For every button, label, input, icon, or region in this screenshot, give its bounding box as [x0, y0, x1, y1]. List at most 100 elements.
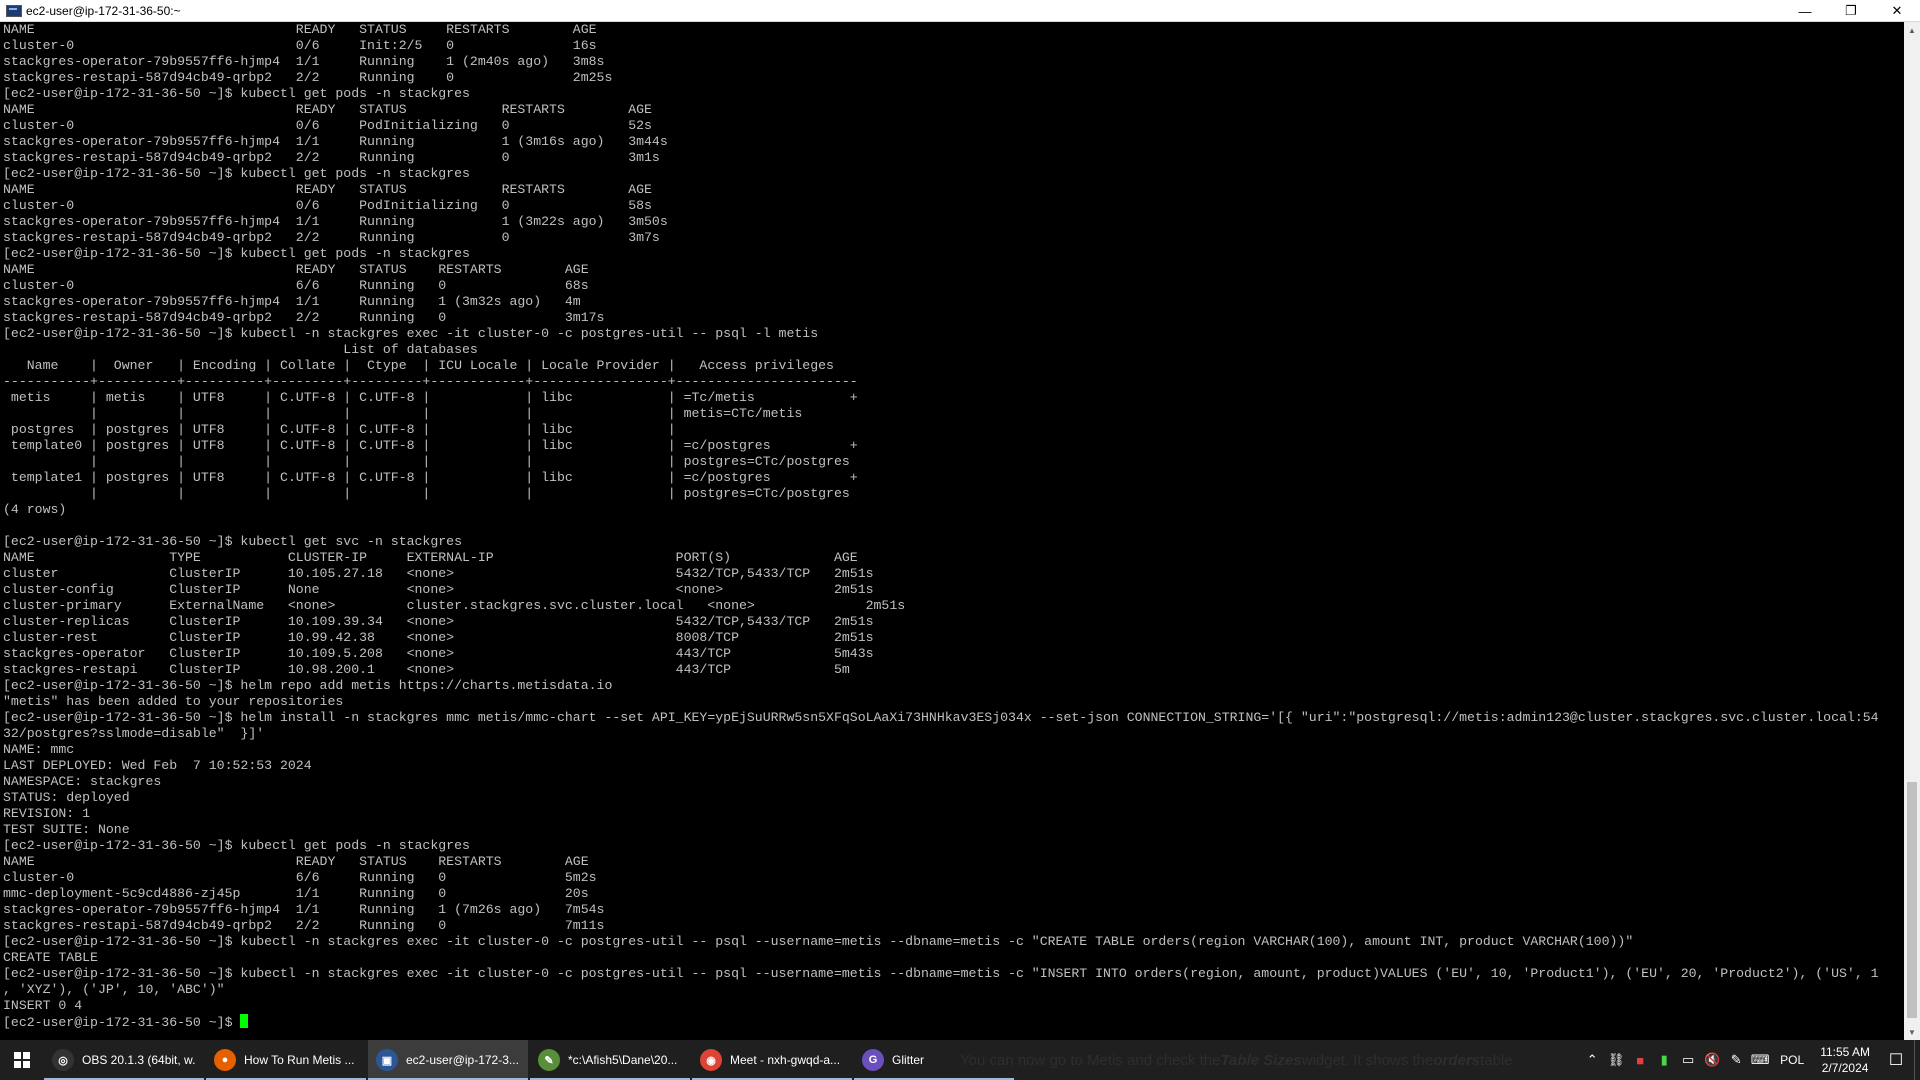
terminal-line: cluster-0 0/6 PodInitializing 0 52s: [3, 118, 652, 133]
taskbar-item[interactable]: ▣ ec2-user@ip-172-3...: [368, 1040, 528, 1080]
terminal-line: -----------+----------+----------+------…: [3, 374, 858, 389]
notification-center-icon[interactable]: ☐: [1878, 1040, 1914, 1080]
terminal-line: [ec2-user@ip-172-31-36-50 ~]$ helm insta…: [3, 710, 1879, 725]
terminal-line: template1 | postgres | UTF8 | C.UTF-8 | …: [3, 470, 858, 485]
chevron-up-icon[interactable]: ⌃: [1580, 1040, 1604, 1080]
input-language[interactable]: POL: [1772, 1053, 1812, 1067]
scrollbar-thumb[interactable]: [1907, 782, 1917, 1018]
terminal-line: LAST DEPLOYED: Wed Feb 7 10:52:53 2024: [3, 758, 312, 773]
taskbar-item[interactable]: ✎ *c:\Afish5\Dane\20...: [530, 1040, 690, 1080]
terminal-line: List of databases: [3, 342, 478, 357]
terminal-line: cluster-config ClusterIP None <none> <no…: [3, 582, 874, 597]
putty-icon: ▣: [376, 1049, 398, 1071]
scroll-down-arrow-icon[interactable]: ▼: [1904, 1024, 1920, 1040]
notepad-icon: ✎: [538, 1049, 560, 1071]
show-desktop-button[interactable]: [1914, 1040, 1920, 1080]
terminal-line: stackgres-restapi-587d94cb49-qrbp2 2/2 R…: [3, 918, 605, 933]
terminal-line: cluster-0 0/6 PodInitializing 0 58s: [3, 198, 652, 213]
taskbar-item[interactable]: ◎ OBS 20.1.3 (64bit, w...: [44, 1040, 204, 1080]
system-tray: ⌃ ⛓ ■ ▮ ▭ 🔇 ✎ ⌨ POL 11:55 AM 2/7/2024 ☐: [1580, 1040, 1920, 1080]
terminal-line: | | | | | | | postgres=CTc/postgres: [3, 486, 850, 501]
terminal-line: 32/postgres?sslmode=disable" }]': [3, 726, 265, 741]
volume-mute-icon[interactable]: 🔇: [1700, 1040, 1724, 1080]
terminal-line: stackgres-restapi-587d94cb49-qrbp2 2/2 R…: [3, 310, 605, 325]
terminal-line: [ec2-user@ip-172-31-36-50 ~]$ kubectl ge…: [3, 86, 470, 101]
terminal-line: cluster-0 6/6 Running 0 68s: [3, 278, 589, 293]
terminal-scrollbar[interactable]: ▲ ▼: [1904, 22, 1920, 1040]
firefox-icon: ●: [214, 1049, 236, 1071]
terminal-line: stackgres-operator-79b9557ff6-hjmp4 1/1 …: [3, 54, 605, 69]
keyboard-icon[interactable]: ⌨: [1748, 1040, 1772, 1080]
terminal-line: [ec2-user@ip-172-31-36-50 ~]$ kubectl ge…: [3, 166, 470, 181]
terminal-line: cluster ClusterIP 10.105.27.18 <none> 54…: [3, 566, 874, 581]
terminal-line: Name | Owner | Encoding | Collate | Ctyp…: [3, 358, 834, 373]
glitter-icon: G: [862, 1049, 884, 1071]
chrome-icon: ◉: [700, 1049, 722, 1071]
window-titlebar: ec2-user@ip-172-31-36-50:~ — ❐ ✕: [0, 0, 1920, 22]
terminal-line: stackgres-operator-79b9557ff6-hjmp4 1/1 …: [3, 294, 581, 309]
terminal-cursor: [240, 1014, 249, 1028]
taskbar-item-label: How To Run Metis ...: [244, 1053, 355, 1067]
terminal-line: stackgres-restapi ClusterIP 10.98.200.1 …: [3, 662, 850, 677]
terminal-prompt: [ec2-user@ip-172-31-36-50 ~]$: [3, 1015, 241, 1030]
terminal-line: cluster-primary ExternalName <none> clus…: [3, 598, 906, 613]
terminal-line: cluster-0 0/6 Init:2/5 0 16s: [3, 38, 597, 53]
terminal-prompt-line[interactable]: [ec2-user@ip-172-31-36-50 ~]$: [0, 1014, 1904, 1030]
taskbar-item-label: ec2-user@ip-172-3...: [406, 1053, 519, 1067]
terminal-line: NAME TYPE CLUSTER-IP EXTERNAL-IP PORT(S)…: [3, 550, 858, 565]
taskbar-item-label: OBS 20.1.3 (64bit, w...: [82, 1053, 196, 1067]
terminal-line: template0 | postgres | UTF8 | C.UTF-8 | …: [3, 438, 858, 453]
terminal-line: cluster-0 6/6 Running 0 5m2s: [3, 870, 597, 885]
terminal-line: [ec2-user@ip-172-31-36-50 ~]$ kubectl -n…: [3, 326, 819, 341]
terminal-line: REVISION: 1: [3, 806, 91, 821]
terminal-line: stackgres-restapi-587d94cb49-qrbp2 2/2 R…: [3, 150, 660, 165]
terminal-line: , 'XYZ'), ('JP', 10, 'ABC')": [3, 982, 225, 997]
restore-button[interactable]: ❐: [1828, 0, 1874, 22]
terminal-line: mmc-deployment-5c9cd4886-zj45p 1/1 Runni…: [3, 886, 589, 901]
terminal-line: NAME READY STATUS RESTARTS AGE: [3, 182, 652, 197]
terminal-line: NAME READY STATUS RESTARTS AGE: [3, 22, 597, 37]
terminal-line: cluster-replicas ClusterIP 10.109.39.34 …: [3, 614, 874, 629]
terminal-line: stackgres-operator-79b9557ff6-hjmp4 1/1 …: [3, 214, 668, 229]
clock-date: 2/7/2024: [1821, 1061, 1869, 1075]
monitor-icon[interactable]: ▭: [1676, 1040, 1700, 1080]
obs-icon: ◎: [52, 1049, 74, 1071]
window-controls: — ❐ ✕: [1782, 0, 1920, 22]
terminal-line: [ec2-user@ip-172-31-36-50 ~]$ kubectl -n…: [3, 966, 1879, 981]
terminal-line: [ec2-user@ip-172-31-36-50 ~]$ kubectl ge…: [3, 534, 462, 549]
terminal-line: stackgres-operator ClusterIP 10.109.5.20…: [3, 646, 874, 661]
terminal-line: | | | | | | | postgres=CTc/postgres: [3, 454, 850, 469]
terminal-line: CREATE TABLE: [3, 950, 98, 965]
terminal-line: metis | metis | UTF8 | C.UTF-8 | C.UTF-8…: [3, 390, 858, 405]
start-button[interactable]: [0, 1040, 44, 1080]
terminal-line: NAMESPACE: stackgres: [3, 774, 162, 789]
terminal-line: cluster-rest ClusterIP 10.99.42.38 <none…: [3, 630, 874, 645]
terminal-line: NAME: mmc: [3, 742, 75, 757]
putty-terminal-icon: [6, 4, 22, 17]
taskbar-item[interactable]: ● How To Run Metis ...: [206, 1040, 366, 1080]
terminal-line: NAME READY STATUS RESTARTS AGE: [3, 854, 589, 869]
taskbar-item[interactable]: ◉ Meet - nxh-gwqd-a...: [692, 1040, 852, 1080]
network-icon[interactable]: ⛓: [1604, 1040, 1628, 1080]
pen-icon[interactable]: ✎: [1724, 1040, 1748, 1080]
terminal-line: stackgres-operator-79b9557ff6-hjmp4 1/1 …: [3, 902, 605, 917]
terminal-line: [ec2-user@ip-172-31-36-50 ~]$ kubectl -n…: [3, 934, 1634, 949]
scroll-up-arrow-icon[interactable]: ▲: [1904, 22, 1920, 38]
terminal-line: stackgres-restapi-587d94cb49-qrbp2 2/2 R…: [3, 230, 660, 245]
terminal-line: INSERT 0 4: [3, 998, 83, 1013]
taskbar-item-label: Meet - nxh-gwqd-a...: [730, 1053, 841, 1067]
window-title: ec2-user@ip-172-31-36-50:~: [26, 3, 181, 18]
clock[interactable]: 11:55 AM 2/7/2024: [1812, 1044, 1878, 1076]
terminal-line: [ec2-user@ip-172-31-36-50 ~]$ kubectl ge…: [3, 838, 470, 853]
battery-icon[interactable]: ▮: [1652, 1040, 1676, 1080]
shield-icon[interactable]: ■: [1628, 1040, 1652, 1080]
terminal-line: NAME READY STATUS RESTARTS AGE: [3, 102, 652, 117]
terminal-line: postgres | postgres | UTF8 | C.UTF-8 | C…: [3, 422, 676, 437]
windows-logo-icon: [14, 1052, 30, 1068]
terminal-output[interactable]: NAME READY STATUS RESTARTS AGE cluster-0 …: [0, 22, 1904, 1040]
terminal-line: | | | | | | | metis=CTc/metis: [3, 406, 803, 421]
close-button[interactable]: ✕: [1874, 0, 1920, 22]
terminal-line: [ec2-user@ip-172-31-36-50 ~]$ kubectl ge…: [3, 246, 470, 261]
minimize-button[interactable]: —: [1782, 0, 1828, 22]
